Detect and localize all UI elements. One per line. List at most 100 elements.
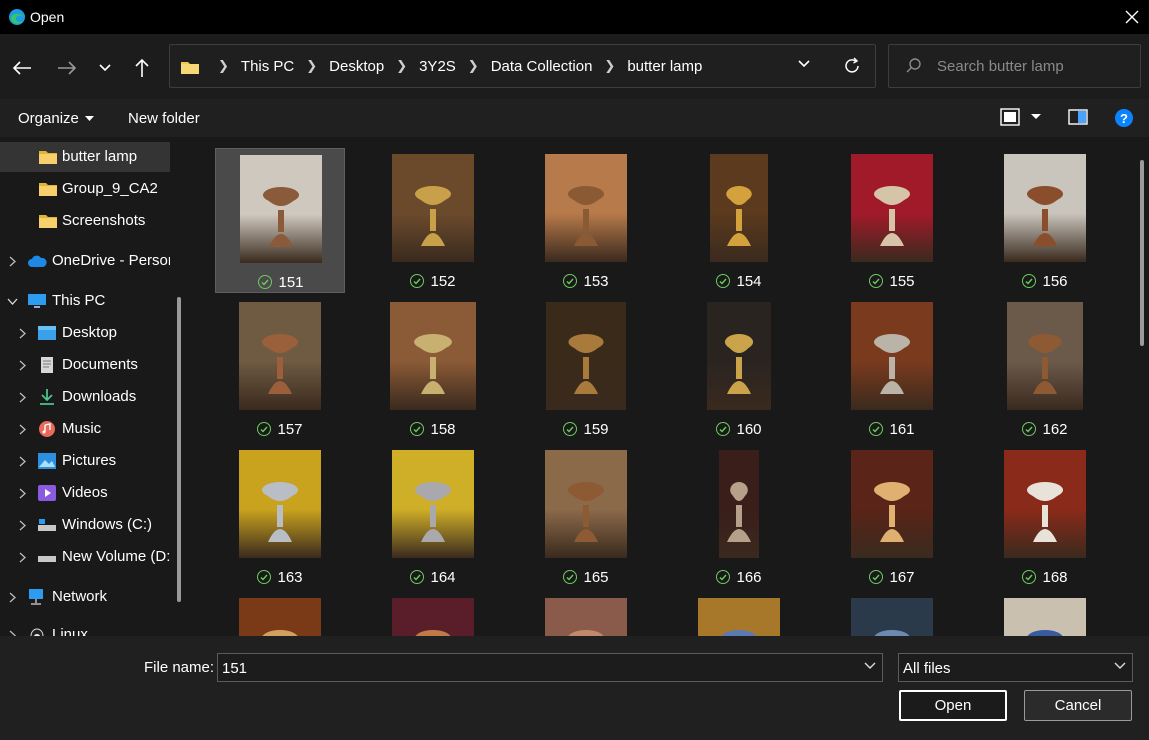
sidebar-item-windows-c[interactable]: Windows (C:) [0, 510, 170, 540]
file-tile[interactable]: 168 [980, 444, 1110, 589]
file-tile[interactable]: 162 [980, 296, 1110, 441]
chevron-right-icon[interactable] [6, 628, 18, 636]
file-tile[interactable]: 164 [368, 444, 498, 589]
sync-check-icon [258, 275, 273, 289]
linux-icon [30, 628, 44, 636]
chevron-right-icon[interactable] [16, 422, 28, 436]
file-name-text: 159 [583, 420, 609, 438]
file-tile[interactable]: 159 [521, 296, 651, 441]
sidebar-item-new-volume-d[interactable]: New Volume (D: [0, 542, 170, 572]
file-tile[interactable]: 152 [368, 148, 498, 293]
file-tile[interactable] [521, 592, 651, 636]
chevron-right-icon[interactable] [16, 486, 28, 500]
file-tile[interactable]: 163 [215, 444, 345, 589]
file-tile[interactable]: 161 [827, 296, 957, 441]
file-name-input[interactable] [222, 658, 852, 678]
chevron-right-icon[interactable] [16, 326, 28, 340]
file-name-text: 153 [583, 272, 609, 290]
file-name-label: 163 [215, 568, 345, 586]
drive-icon [38, 519, 56, 531]
breadcrumb-this-pc[interactable]: This PC [241, 58, 294, 75]
chevron-right-icon[interactable] [6, 590, 18, 604]
sidebar-item-label: Music [62, 420, 102, 437]
chevron-right-icon[interactable] [16, 550, 28, 564]
sidebar-item-desktop[interactable]: Desktop [0, 318, 170, 348]
recent-locations-button[interactable] [93, 56, 117, 80]
chevron-right-icon[interactable] [6, 254, 18, 268]
file-name-text: 164 [430, 568, 456, 586]
image-thumbnail [1004, 450, 1086, 558]
file-tile[interactable]: 158 [368, 296, 498, 441]
file-tile[interactable]: 156 [980, 148, 1110, 293]
sidebar-item-this-pc[interactable]: This PC [0, 286, 170, 316]
view-icon[interactable] [1000, 108, 1020, 126]
navigation-pane: butter lamp Group_9_CA2 Screenshots OneD… [0, 137, 186, 636]
folder-icon [39, 215, 57, 228]
file-tile[interactable] [215, 592, 345, 636]
up-button[interactable] [130, 56, 154, 80]
file-name-text: 161 [889, 420, 915, 438]
file-name-combo[interactable] [217, 653, 883, 682]
file-tile[interactable]: 155 [827, 148, 957, 293]
sidebar-item-documents[interactable]: Documents [0, 350, 170, 380]
arrow-left-icon [12, 61, 31, 75]
breadcrumb-data-collection[interactable]: Data Collection [491, 58, 593, 75]
image-thumbnail [239, 598, 321, 636]
file-tile[interactable]: 157 [215, 296, 345, 441]
sidebar-item-label: OneDrive - Person [52, 252, 170, 269]
sidebar-item-downloads[interactable]: Downloads [0, 382, 170, 412]
breadcrumb-butter-lamp[interactable]: butter lamp [627, 58, 702, 75]
file-tile[interactable]: 160 [674, 296, 804, 441]
file-tile[interactable] [368, 592, 498, 636]
sidebar-item-butter-lamp[interactable]: butter lamp [0, 142, 170, 172]
sidebar-item-videos[interactable]: Videos [0, 478, 170, 508]
file-tile[interactable]: 153 [521, 148, 651, 293]
file-tile[interactable] [674, 592, 804, 636]
breadcrumb-desktop[interactable]: Desktop [329, 58, 384, 75]
address-bar[interactable]: ❯ This PC ❯ Desktop ❯ 3Y2S ❯ Data Collec… [169, 44, 876, 88]
organize-button[interactable]: Organize [18, 110, 94, 127]
chevron-down-icon[interactable] [6, 294, 18, 308]
chevron-right-icon[interactable] [16, 454, 28, 468]
close-button[interactable] [1115, 0, 1149, 34]
cancel-button[interactable]: Cancel [1024, 690, 1132, 721]
sidebar-item-group-9-ca2[interactable]: Group_9_CA2 [0, 174, 170, 204]
file-list-scrollbar[interactable] [1140, 160, 1144, 346]
back-button[interactable] [10, 56, 34, 80]
chevron-right-icon[interactable] [16, 518, 28, 532]
folder-icon [39, 183, 57, 196]
file-tile[interactable]: 166 [674, 444, 804, 589]
help-icon[interactable]: ? [1114, 108, 1134, 128]
sidebar-scrollbar[interactable] [177, 297, 181, 602]
sidebar-item-onedrive[interactable]: OneDrive - Person [0, 246, 170, 276]
sidebar-item-linux[interactable]: Linux [0, 620, 170, 636]
refresh-icon[interactable] [843, 57, 861, 75]
sidebar-item-label: butter lamp [62, 148, 138, 165]
address-dropdown-icon[interactable] [797, 59, 811, 69]
file-tile[interactable]: 154 [674, 148, 804, 293]
image-thumbnail [851, 302, 933, 410]
open-button[interactable]: Open [899, 690, 1007, 721]
sidebar-item-pictures[interactable]: Pictures [0, 446, 170, 476]
preview-pane-icon[interactable] [1068, 108, 1088, 126]
new-folder-button[interactable]: New folder [128, 110, 200, 127]
chevron-down-icon[interactable] [864, 662, 876, 670]
view-options-caret-icon[interactable] [1031, 114, 1041, 120]
chevron-right-icon[interactable] [16, 390, 28, 404]
forward-button[interactable] [55, 56, 79, 80]
sidebar-item-music[interactable]: Music [0, 414, 170, 444]
sync-check-icon [716, 274, 731, 288]
file-tile[interactable]: 151 [215, 148, 345, 293]
file-tile[interactable]: 165 [521, 444, 651, 589]
breadcrumb-3y2s[interactable]: 3Y2S [419, 58, 456, 75]
search-input[interactable] [937, 55, 1127, 77]
file-tile[interactable]: 167 [827, 444, 957, 589]
sidebar-item-network[interactable]: Network [0, 582, 170, 612]
file-type-select[interactable]: All files [898, 653, 1133, 682]
file-name-label: 154 [674, 272, 804, 290]
file-tile[interactable] [827, 592, 957, 636]
image-thumbnail [1004, 154, 1086, 262]
sidebar-item-screenshots[interactable]: Screenshots [0, 206, 170, 236]
file-tile[interactable] [980, 592, 1110, 636]
chevron-right-icon[interactable] [16, 358, 28, 372]
